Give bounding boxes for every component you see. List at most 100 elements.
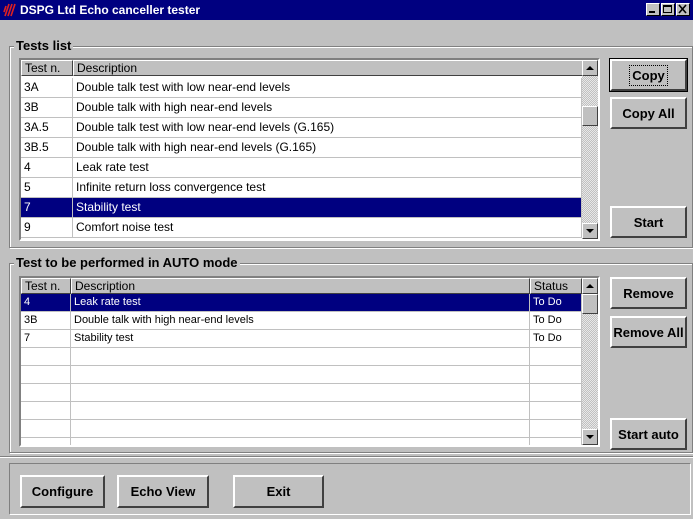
configure-button[interactable]: Configure bbox=[20, 475, 105, 508]
copy-all-button[interactable]: Copy All bbox=[610, 97, 687, 129]
remove-button-label: Remove bbox=[623, 285, 674, 301]
cell-test-number: 3B bbox=[21, 98, 73, 118]
empty-row bbox=[21, 438, 582, 445]
cell-description bbox=[71, 402, 530, 420]
table-row[interactable]: 4 Leak rate test To Do bbox=[21, 294, 582, 312]
scroll-thumb[interactable] bbox=[582, 106, 598, 126]
table-row[interactable]: 3A Double talk test with low near-end lev… bbox=[21, 78, 582, 98]
cell-description: Double talk test with low near-end level… bbox=[73, 118, 582, 138]
table-row[interactable]: 3B Double talk with high near-end levels bbox=[21, 98, 582, 118]
remove-all-button-label: Remove All bbox=[613, 324, 684, 340]
echo-view-button[interactable]: Echo View bbox=[117, 475, 209, 508]
close-icon bbox=[678, 4, 687, 14]
maximize-button[interactable] bbox=[661, 3, 675, 16]
cell-description: Double talk test with low near-end level… bbox=[73, 78, 582, 98]
cell-test-number: 5 bbox=[21, 178, 73, 198]
remove-all-button[interactable]: Remove All bbox=[610, 316, 687, 348]
exit-button[interactable]: Exit bbox=[233, 475, 324, 508]
cell-status: To Do bbox=[530, 312, 582, 330]
auto-list-scrollbar[interactable] bbox=[582, 278, 598, 445]
close-button[interactable] bbox=[676, 3, 690, 16]
cell-test-number bbox=[21, 402, 71, 420]
arrow-down-icon bbox=[586, 229, 594, 233]
footer-panel bbox=[9, 463, 691, 515]
column-header-test-number[interactable]: Test n. bbox=[21, 60, 73, 76]
arrow-up-icon bbox=[586, 284, 594, 288]
cell-test-number: 4 bbox=[21, 158, 73, 178]
copy-button[interactable]: Copy bbox=[609, 58, 688, 92]
cell-test-number: 3A.5 bbox=[21, 118, 73, 138]
cell-test-number: 7 bbox=[21, 330, 71, 348]
cell-test-number bbox=[21, 384, 71, 402]
cell-status bbox=[530, 366, 582, 384]
cell-test-number: 3B bbox=[21, 312, 71, 330]
column-header-test-number[interactable]: Test n. bbox=[21, 278, 71, 294]
cell-description: Leak rate test bbox=[71, 294, 530, 312]
auto-mode-title: Test to be performed in AUTO mode bbox=[14, 255, 240, 270]
scroll-up-button[interactable] bbox=[582, 60, 598, 76]
start-auto-button[interactable]: Start auto bbox=[610, 418, 687, 450]
scroll-thumb[interactable] bbox=[582, 294, 598, 314]
scroll-down-button[interactable] bbox=[582, 429, 598, 445]
cell-description: Stability test bbox=[73, 198, 582, 218]
table-row[interactable]: 9 Comfort noise test bbox=[21, 218, 582, 238]
copy-all-button-label: Copy All bbox=[622, 105, 675, 121]
cell-test-number bbox=[21, 366, 71, 384]
cell-test-number bbox=[21, 438, 71, 445]
cell-status: To Do bbox=[530, 294, 582, 312]
cell-test-number bbox=[21, 420, 71, 438]
table-row[interactable]: 7 Stability test bbox=[21, 198, 582, 218]
empty-row bbox=[21, 366, 582, 384]
cell-test-number: 4 bbox=[21, 294, 71, 312]
tests-list-scrollbar[interactable] bbox=[582, 60, 598, 239]
arrow-down-icon bbox=[586, 435, 594, 439]
echo-view-button-label: Echo View bbox=[130, 484, 196, 499]
cell-description: Double talk with high near-end levels bbox=[71, 312, 530, 330]
cell-status bbox=[530, 438, 582, 445]
cell-description: Stability test bbox=[71, 330, 530, 348]
scroll-down-button[interactable] bbox=[582, 223, 598, 239]
cell-status bbox=[530, 420, 582, 438]
app-icon bbox=[3, 3, 16, 17]
empty-row bbox=[21, 348, 582, 366]
table-row[interactable]: 3B Double talk with high near-end levels T… bbox=[21, 312, 582, 330]
empty-row bbox=[21, 402, 582, 420]
cell-description: Double talk with high near-end levels bbox=[73, 98, 582, 118]
cell-description: Comfort noise test bbox=[73, 218, 582, 238]
cell-description: Infinite return loss convergence test bbox=[73, 178, 582, 198]
table-row[interactable]: 7 Stability test To Do bbox=[21, 330, 582, 348]
arrow-up-icon bbox=[586, 66, 594, 70]
cell-status bbox=[530, 402, 582, 420]
window-title: DSPG Ltd Echo canceller tester bbox=[20, 3, 201, 17]
copy-button-label: Copy bbox=[629, 64, 668, 86]
cell-description bbox=[71, 366, 530, 384]
table-row[interactable]: 5 Infinite return loss convergence test bbox=[21, 178, 582, 198]
cell-test-number: 3A bbox=[21, 78, 73, 98]
remove-button[interactable]: Remove bbox=[610, 277, 687, 309]
exit-button-label: Exit bbox=[266, 484, 291, 499]
table-row[interactable]: 4 Leak rate test bbox=[21, 158, 582, 178]
column-header-description[interactable]: Description bbox=[71, 278, 530, 294]
tests-list-title: Tests list bbox=[14, 38, 74, 53]
tests-list[interactable]: Test n. Description 3A Double talk test w… bbox=[19, 58, 600, 241]
start-auto-button-label: Start auto bbox=[618, 426, 679, 442]
auto-list[interactable]: Test n. Description Status 4 Leak rate te… bbox=[19, 276, 600, 447]
cell-description bbox=[71, 384, 530, 402]
start-button-label: Start bbox=[633, 214, 664, 230]
minimize-icon bbox=[649, 11, 655, 13]
maximize-icon bbox=[663, 5, 672, 13]
tests-list-header: Test n. Description bbox=[21, 60, 583, 76]
table-row[interactable]: 3A.5 Double talk test with low near-end l… bbox=[21, 118, 582, 138]
start-button[interactable]: Start bbox=[610, 206, 687, 238]
cell-test-number bbox=[21, 348, 71, 366]
cell-status bbox=[530, 384, 582, 402]
column-header-status[interactable]: Status bbox=[530, 278, 582, 294]
minimize-button[interactable] bbox=[646, 3, 660, 16]
scroll-up-button[interactable] bbox=[582, 278, 598, 294]
cell-test-number: 3B.5 bbox=[21, 138, 73, 158]
cell-status: To Do bbox=[530, 330, 582, 348]
configure-button-label: Configure bbox=[31, 484, 94, 499]
column-header-description[interactable]: Description bbox=[73, 60, 583, 76]
separator bbox=[0, 456, 693, 458]
table-row[interactable]: 3B.5 Double talk with high near-end level… bbox=[21, 138, 582, 158]
